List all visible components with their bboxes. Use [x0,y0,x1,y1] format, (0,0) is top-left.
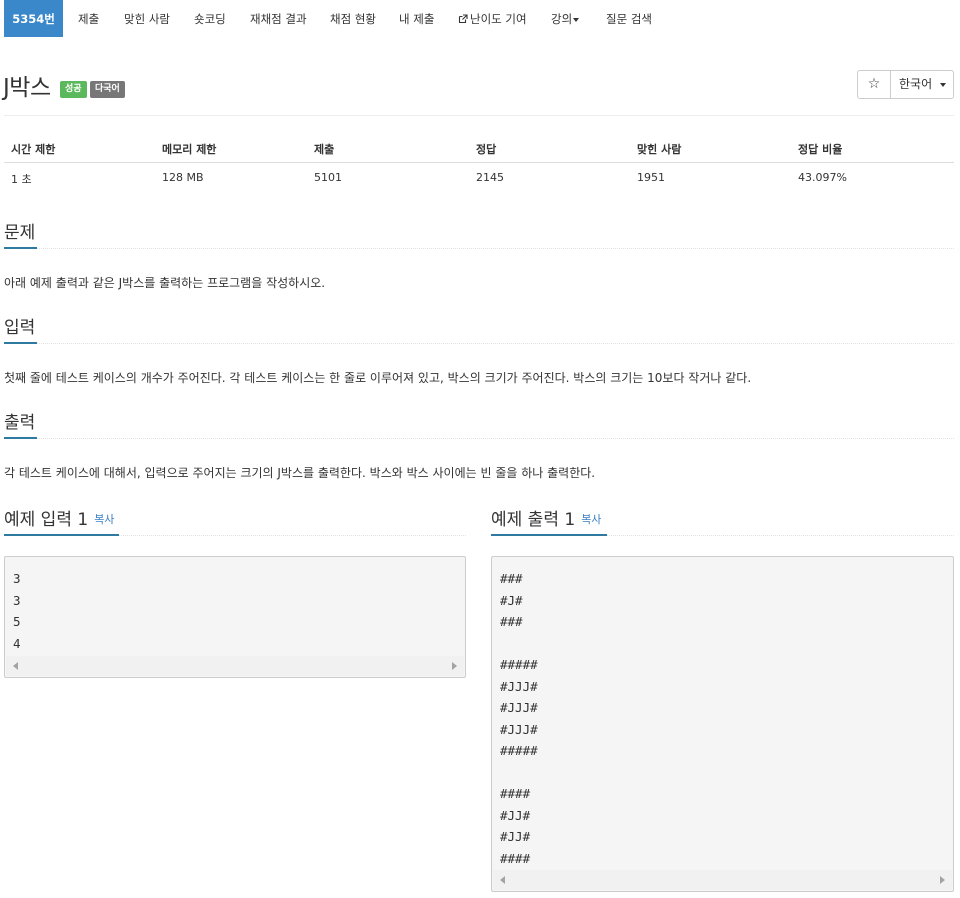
tab-submit[interactable]: 제출 [78,0,99,37]
problem-menu: 5354번 제출 맞힌 사람 숏코딩 재채점 결과 채점 현황 내 제출 난이도… [0,0,960,37]
tab-judge-status[interactable]: 채점 현황 [330,0,376,37]
header-time-limit: 시간 제한 [11,143,56,156]
value-memory-limit: 128 MB [162,171,204,184]
input-text: 첫째 줄에 테스트 케이스의 개수가 주어진다. 각 테스트 케이스는 한 줄로… [4,371,752,385]
value-submissions: 5101 [314,171,342,184]
header-accepted: 정답 [476,143,497,156]
copy-sample-input-link[interactable]: 복사 [94,513,114,526]
sample-output-content: ### #J# ### ##### #JJJ# #JJJ# #JJJ# ####… [500,571,538,866]
sample-input-box[interactable]: 3 3 5 4 [4,556,466,678]
sample-input-content: 3 3 5 4 [13,571,21,651]
value-accept-ratio: 43.097% [798,171,847,184]
scroll-left-icon[interactable] [13,662,18,670]
input-heading: 입력 [4,318,36,338]
sample-output-heading: 예제 출력 1 복사 [491,505,601,530]
language-label: 한국어 [899,77,933,91]
divider [119,535,466,536]
description-text: 아래 예제 출력과 같은 J박스를 출력하는 프로그램을 작성하시오. [4,276,326,290]
problem-title: J박스 [3,75,51,101]
output-heading-underline [4,437,37,439]
sample-output-box[interactable]: ### #J# ### ##### #JJJ# #JJJ# #JJJ# ####… [491,556,954,892]
tab-accepted-users[interactable]: 맞힌 사람 [124,0,170,37]
header-solved-users: 맞힌 사람 [637,143,682,156]
horizontal-scrollbar[interactable] [6,656,464,676]
language-dropdown[interactable]: 한국어 [890,70,954,99]
caret-down-icon [573,17,580,22]
tab-difficulty-contribution-label: 난이도 기여 [470,12,527,26]
sample-output-heading-underline [491,534,607,536]
description-heading-underline [4,247,37,249]
divider [37,438,954,439]
tab-my-submissions[interactable]: 내 제출 [399,0,434,37]
sample-input-heading: 예제 입력 1 복사 [4,505,114,530]
value-accepted: 2145 [476,171,504,184]
caret-down-icon [940,82,947,87]
star-icon: ☆ [867,76,881,92]
tab-difficulty-contribution[interactable]: 난이도 기여 [458,0,527,37]
scroll-right-icon[interactable] [452,662,457,670]
favorite-star-button[interactable]: ☆ [857,70,891,99]
sample-input-title: 예제 입력 1 [4,510,89,530]
divider [37,248,954,249]
tab-lecture-label: 강의 [551,12,573,26]
divider [4,115,954,116]
value-time-limit: 1 초 [11,173,32,186]
success-badge: 성공 [60,81,87,98]
divider [37,343,954,344]
description-heading: 문제 [4,223,36,243]
table-header-divider [4,162,954,163]
output-heading: 출력 [4,413,36,433]
sample-input-heading-underline [4,534,119,536]
external-link-icon [458,14,468,24]
copy-sample-output-link[interactable]: 복사 [581,513,601,526]
input-heading-underline [4,342,37,344]
value-solved-users: 1951 [637,171,665,184]
tab-short-coding[interactable]: 숏코딩 [194,0,226,37]
tab-problem[interactable]: 5354번 [4,0,63,37]
tab-lecture-dropdown[interactable]: 강의 [551,0,580,37]
multilang-badge: 다국어 [90,81,125,98]
tab-rejudge-results[interactable]: 재채점 결과 [250,0,307,37]
scroll-right-icon[interactable] [940,876,945,884]
header-memory-limit: 메모리 제한 [162,143,217,156]
tab-question-search[interactable]: 질문 검색 [606,0,652,37]
output-text: 각 테스트 케이스에 대해서, 입력으로 주어지는 크기의 J박스를 출력한다.… [4,466,596,480]
divider [607,535,954,536]
header-submissions: 제출 [314,143,335,156]
sample-output-title: 예제 출력 1 [491,510,576,530]
horizontal-scrollbar[interactable] [493,870,952,890]
scroll-left-icon[interactable] [500,876,505,884]
header-accept-ratio: 정답 비율 [798,143,843,156]
